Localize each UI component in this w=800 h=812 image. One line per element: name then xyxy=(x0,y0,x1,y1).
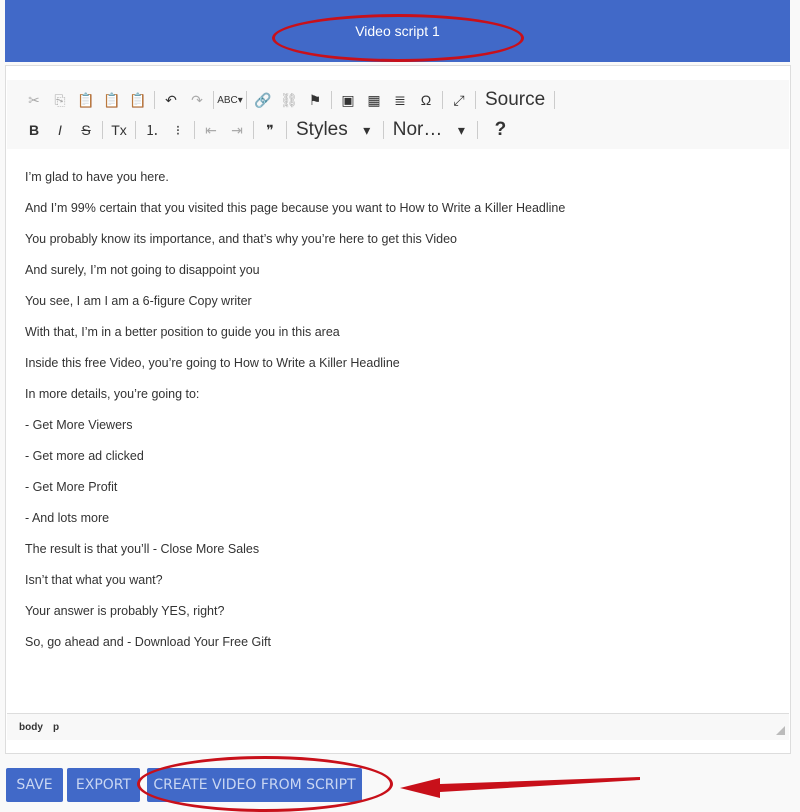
paragraph: And surely, I’m not going to disappoint … xyxy=(25,263,260,277)
chevron-down-icon[interactable]: ▾ xyxy=(354,118,380,142)
paragraph: - Get More Profit xyxy=(25,480,118,494)
redo-icon[interactable]: ↷ xyxy=(184,88,210,112)
toolbar-separator xyxy=(253,121,254,139)
annotation-oval-create xyxy=(137,756,393,812)
paste-word-icon[interactable]: 📋 xyxy=(125,88,151,112)
export-button[interactable]: EXPORT xyxy=(67,768,140,802)
unlink-icon[interactable]: ⛓ xyxy=(276,88,302,112)
paragraph: I’m glad to have you here. xyxy=(25,170,169,184)
strike-icon[interactable]: S xyxy=(73,118,99,142)
paragraph: With that, I’m in a better position to g… xyxy=(25,325,340,339)
paste-text-icon[interactable]: 📋 xyxy=(99,88,125,112)
copy-icon[interactable]: ⎘ xyxy=(47,88,73,112)
toolbar-separator xyxy=(194,121,195,139)
chevron-down-icon[interactable]: ▾ xyxy=(448,118,474,142)
toolbar-separator xyxy=(554,91,556,109)
toolbar-separator xyxy=(213,91,214,109)
bold-icon[interactable]: B xyxy=(21,118,47,142)
paragraph: - And lots more xyxy=(25,511,110,525)
element-path-bar: body p xyxy=(7,713,789,740)
toolbar-separator xyxy=(475,91,476,109)
paragraph: - Get more ad clicked xyxy=(25,449,144,463)
toolbar-separator xyxy=(382,121,384,139)
resize-handle[interactable] xyxy=(776,726,785,735)
indent-icon[interactable]: ⇥ xyxy=(224,118,250,142)
path-p[interactable]: p xyxy=(53,722,59,733)
format-dropdown[interactable]: Nor… xyxy=(387,118,449,142)
toolbar-separator xyxy=(135,121,136,139)
numbered-list-icon[interactable]: ⒈ xyxy=(139,118,165,142)
paragraph: You see, I am I am a 6-figure Copy write… xyxy=(25,294,252,308)
save-button[interactable]: SAVE xyxy=(6,768,63,802)
bulleted-list-icon[interactable]: ⁝ xyxy=(165,118,191,142)
toolbar-separator xyxy=(331,91,332,109)
path-body[interactable]: body xyxy=(19,722,43,733)
remove-format-icon[interactable]: Tx xyxy=(106,118,132,142)
special-char-icon[interactable]: Ω xyxy=(413,88,439,112)
toolbar-separator xyxy=(477,121,479,139)
toolbar-separator xyxy=(442,91,443,109)
blockquote-icon[interactable]: ❞ xyxy=(257,118,283,142)
maximize-icon[interactable]: ⤢ xyxy=(446,88,472,112)
toolbar-separator xyxy=(246,91,247,109)
outdent-icon[interactable]: ⇤ xyxy=(198,118,224,142)
undo-icon[interactable]: ↶ xyxy=(158,88,184,112)
paragraph: Inside this free Video, you’re going to … xyxy=(25,356,400,370)
anchor-flag-icon[interactable]: ⚑ xyxy=(302,88,328,112)
paragraph: And I’m 99% certain that you visited thi… xyxy=(25,201,566,215)
help-button[interactable]: ? xyxy=(481,118,519,142)
paste-icon[interactable]: 📋 xyxy=(73,88,99,112)
paragraph: Isn’t that what you want? xyxy=(25,573,163,587)
image-icon[interactable]: ▣ xyxy=(335,88,361,112)
editor-toolbar: ✂ ⎘ 📋 📋 📋 ↶ ↷ ABC▾ 🔗 ⛓ ⚑ ▣ ▦ ≣ Ω ⤢ Source B I S Tx ⒈ ⁝ ⇤ ⇥ ❞ Styl… xyxy=(7,80,789,149)
source-button[interactable]: Source xyxy=(479,88,551,112)
paragraph: You probably know its importance, and th… xyxy=(25,232,457,246)
spellcheck-icon[interactable]: ABC▾ xyxy=(217,88,243,112)
italic-icon[interactable]: I xyxy=(47,118,73,142)
paragraph: - Get More Viewers xyxy=(25,418,133,432)
paragraph: So, go ahead and - Download Your Free Gi… xyxy=(25,635,271,649)
horizontal-line-icon[interactable]: ≣ xyxy=(387,88,413,112)
paragraph: In more details, you’re going to: xyxy=(25,387,200,401)
annotation-oval-title xyxy=(272,14,524,62)
table-icon[interactable]: ▦ xyxy=(361,88,387,112)
annotation-arrow-icon xyxy=(400,777,640,798)
rich-text-editor: ✂ ⎘ 📋 📋 📋 ↶ ↷ ABC▾ 🔗 ⛓ ⚑ ▣ ▦ ≣ Ω ⤢ Source B I S Tx ⒈ ⁝ ⇤ ⇥ ❞ Styl… xyxy=(5,65,791,754)
toolbar-separator xyxy=(154,91,155,109)
toolbar-separator xyxy=(286,121,287,139)
paragraph: Your answer is probably YES, right? xyxy=(25,604,225,618)
toolbar-separator xyxy=(102,121,103,139)
paragraph: The result is that you’ll - Close More S… xyxy=(25,542,260,556)
cut-icon[interactable]: ✂ xyxy=(21,88,47,112)
editor-content[interactable]: I’m glad to have you here. And I’m 99% ce… xyxy=(25,166,565,662)
link-icon[interactable]: 🔗 xyxy=(250,88,276,112)
styles-dropdown[interactable]: Styles xyxy=(290,118,354,142)
